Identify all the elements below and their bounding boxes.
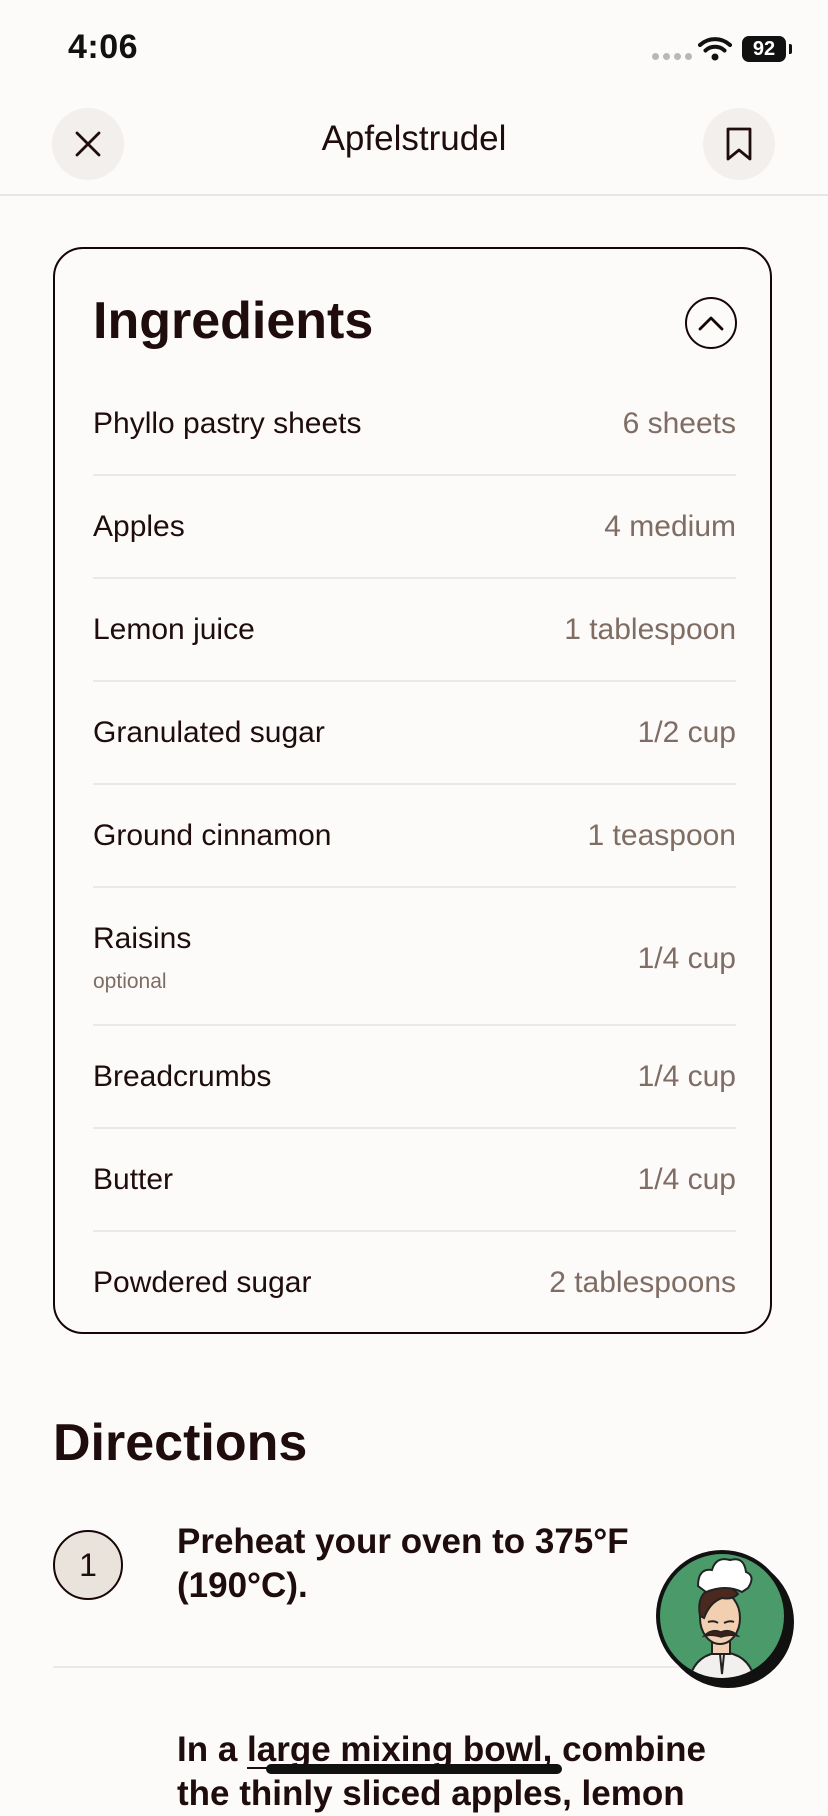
ingredient-quantity: 1/4 cup bbox=[637, 1163, 736, 1196]
ingredient-quantity: 1/4 cup bbox=[637, 1060, 736, 1093]
ingredients-card: Ingredients Phyllo pastry sheets 6 sheet… bbox=[53, 247, 772, 1334]
nav-bar: Apfelstrudel bbox=[0, 96, 828, 196]
battery-indicator: 92 bbox=[742, 36, 786, 62]
ingredient-name: Lemon juice bbox=[93, 613, 255, 646]
ingredient-row: Powdered sugar 2 tablespoons bbox=[93, 1232, 736, 1333]
directions-title: Directions bbox=[53, 1414, 308, 1472]
ingredient-row: Breadcrumbs 1/4 cup bbox=[93, 1026, 736, 1129]
ingredient-name: Phyllo pastry sheets bbox=[93, 407, 362, 440]
step-text-segment: the thinly sliced apples, lemon bbox=[177, 1774, 685, 1813]
ingredients-title: Ingredients bbox=[93, 292, 374, 350]
home-indicator bbox=[266, 1764, 562, 1774]
ingredient-row: Butter 1/4 cup bbox=[93, 1129, 736, 1232]
ingredient-row: Apples 4 medium bbox=[93, 476, 736, 579]
bookmark-button[interactable] bbox=[703, 108, 775, 180]
ingredient-row: Phyllo pastry sheets 6 sheets bbox=[93, 373, 736, 476]
ingredient-quantity: 2 tablespoons bbox=[549, 1266, 736, 1299]
step-text-segment: In a bbox=[177, 1730, 248, 1769]
ingredient-name: Granulated sugar bbox=[93, 716, 325, 749]
battery-level: 92 bbox=[752, 37, 776, 60]
ingredient-name: Apples bbox=[93, 510, 185, 543]
collapse-ingredients-button[interactable] bbox=[685, 297, 737, 349]
ingredient-name: Raisins bbox=[93, 922, 192, 955]
ingredient-name: Powdered sugar bbox=[93, 1266, 312, 1299]
ingredient-quantity: 1/4 cup bbox=[637, 942, 736, 975]
ingredient-list: Phyllo pastry sheets 6 sheets Apples 4 m… bbox=[93, 373, 736, 1333]
ingredient-name: Ground cinnamon bbox=[93, 819, 332, 852]
ingredient-note: optional bbox=[93, 970, 167, 993]
bookmark-icon bbox=[726, 127, 752, 161]
ingredient-row: Granulated sugar 1/2 cup bbox=[93, 682, 736, 785]
chevron-up-icon bbox=[698, 316, 724, 331]
ingredient-row: Raisins optional 1/4 cup bbox=[93, 888, 736, 1026]
ingredient-row: Lemon juice 1 tablespoon bbox=[93, 579, 736, 682]
battery-nub bbox=[789, 44, 792, 54]
wifi-icon bbox=[698, 37, 732, 61]
ingredient-quantity: 6 sheets bbox=[622, 407, 736, 440]
chef-assistant-button[interactable] bbox=[652, 1546, 796, 1690]
step-text-segment: , combine bbox=[542, 1730, 707, 1769]
status-bar: 4:06 92 bbox=[0, 0, 828, 96]
ingredient-name: Breadcrumbs bbox=[93, 1060, 272, 1093]
ingredient-name: Butter bbox=[93, 1163, 174, 1196]
ingredient-quantity: 1/2 cup bbox=[637, 716, 736, 749]
status-time: 4:06 bbox=[68, 28, 139, 66]
cellular-signal-icon bbox=[652, 53, 692, 60]
step-number-badge: 1 bbox=[53, 1530, 123, 1600]
chef-avatar-icon bbox=[656, 1550, 794, 1688]
ingredient-row: Ground cinnamon 1 teaspoon bbox=[93, 785, 736, 888]
step-text: Preheat your oven to 375°F (190°C). bbox=[177, 1522, 629, 1605]
ingredient-quantity: 1 teaspoon bbox=[587, 819, 736, 852]
ingredient-quantity: 4 medium bbox=[604, 510, 736, 543]
ingredient-quantity: 1 tablespoon bbox=[564, 613, 736, 646]
